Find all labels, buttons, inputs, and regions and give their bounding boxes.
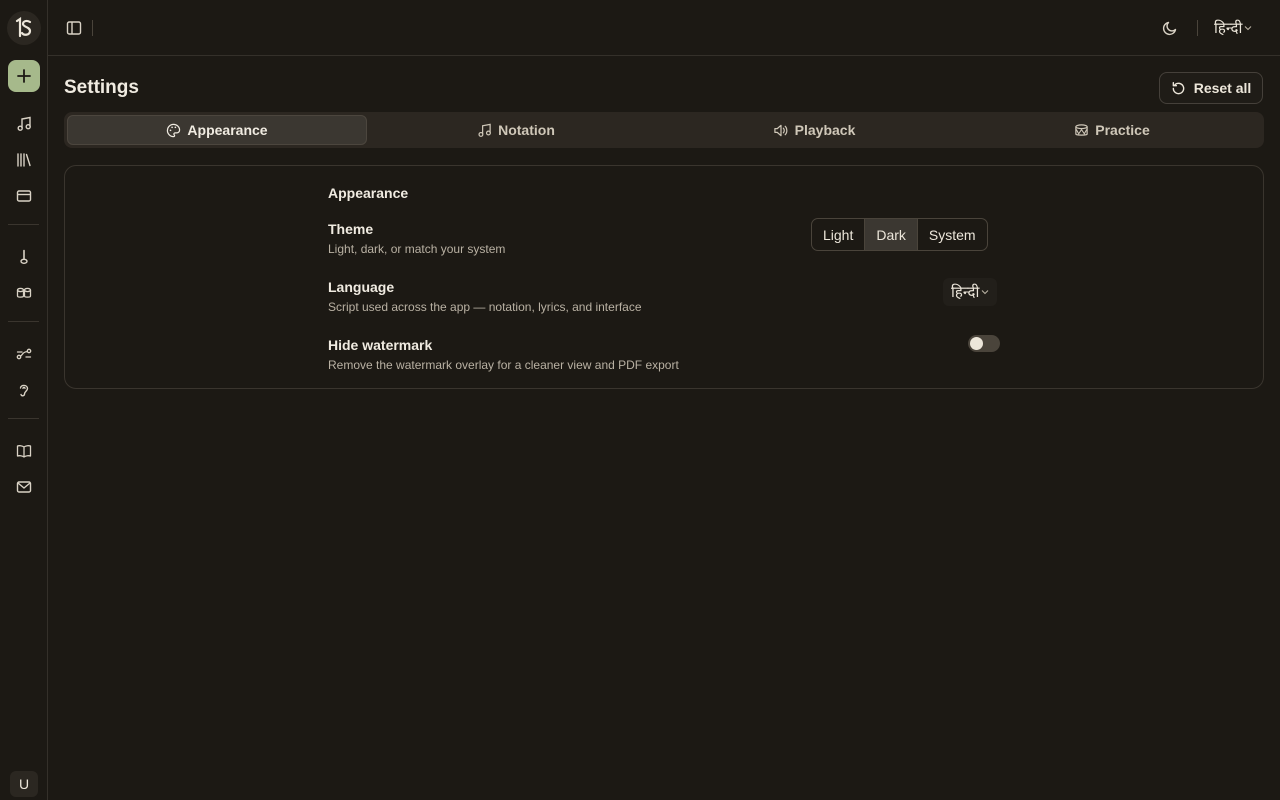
chevron-down-icon xyxy=(981,290,989,295)
speaker-icon xyxy=(773,124,788,136)
music-note-icon xyxy=(17,116,31,131)
new-composition-button[interactable] xyxy=(8,60,40,92)
sidebar-item-billing[interactable] xyxy=(12,184,36,208)
app-rail: U xyxy=(0,0,48,800)
language-label: Language xyxy=(328,279,395,295)
language-switcher[interactable]: हिन्दी xyxy=(1208,14,1258,42)
chevron-down-icon xyxy=(1244,26,1252,31)
sidebar-item-percussion[interactable] xyxy=(12,281,36,305)
theme-label: Theme xyxy=(328,221,374,237)
plus-icon xyxy=(17,69,31,83)
ear-icon xyxy=(19,384,29,397)
toggle-knob xyxy=(970,337,983,350)
watermark-label: Hide watermark xyxy=(328,337,433,353)
top-bar: हिन्दी xyxy=(48,0,1280,56)
tab-label: Notation xyxy=(498,122,555,138)
language-select-value: हिन्दी xyxy=(951,284,980,301)
theme-toggle-button[interactable] xyxy=(1160,18,1180,38)
settings-tabs: Appearance Notation Playback Practice xyxy=(64,112,1264,148)
book-icon xyxy=(16,445,32,458)
palette-icon xyxy=(167,123,181,137)
avatar-initial: U xyxy=(18,776,30,792)
drums-icon xyxy=(16,287,32,298)
sidebar-item-compositions[interactable] xyxy=(12,112,36,136)
hide-watermark-toggle[interactable] xyxy=(968,335,1000,352)
theme-description: Light, dark, or match your system xyxy=(328,242,506,256)
panel-left-icon xyxy=(66,21,82,35)
sidebar-item-contact[interactable] xyxy=(12,475,36,499)
sidebar-item-instrument[interactable] xyxy=(12,245,36,269)
moon-icon xyxy=(1162,21,1177,36)
appearance-settings-card: Appearance Theme Light, dark, or match y… xyxy=(64,165,1264,389)
language-switcher-label: हिन्दी xyxy=(1214,20,1243,37)
language-description: Script used across the app — notation, l… xyxy=(328,300,642,314)
sidebar-item-docs[interactable] xyxy=(12,439,36,463)
mail-icon xyxy=(16,481,32,493)
reset-all-label: Reset all xyxy=(1193,80,1252,96)
tab-appearance[interactable]: Appearance xyxy=(67,115,367,145)
sidebar-toggle-button[interactable] xyxy=(64,18,84,38)
tab-label: Practice xyxy=(1095,122,1150,138)
watermark-description: Remove the watermark overlay for a clean… xyxy=(328,358,679,372)
path-icon xyxy=(16,348,32,360)
rail-divider xyxy=(8,224,39,225)
flute-icon xyxy=(20,249,28,265)
rail-divider xyxy=(8,418,39,419)
sidebar-item-ear-training[interactable] xyxy=(12,378,36,402)
theme-option-system[interactable]: System xyxy=(918,219,987,250)
page-title: Settings xyxy=(64,77,139,98)
logo-icon xyxy=(15,17,32,38)
sidebar-item-library[interactable] xyxy=(12,148,36,172)
tab-notation[interactable]: Notation xyxy=(367,115,665,145)
theme-option-dark[interactable]: Dark xyxy=(865,219,918,250)
library-icon xyxy=(17,153,31,167)
tab-label: Appearance xyxy=(187,122,268,138)
topbar-divider xyxy=(92,20,93,36)
topbar-divider xyxy=(1197,20,1198,36)
tab-practice[interactable]: Practice xyxy=(963,115,1261,145)
theme-option-light[interactable]: Light xyxy=(812,219,866,250)
card-icon xyxy=(16,190,32,202)
section-title: Appearance xyxy=(328,185,409,201)
app-logo[interactable] xyxy=(7,11,41,45)
reset-all-button[interactable]: Reset all xyxy=(1159,72,1263,104)
music-note-icon xyxy=(478,123,492,137)
sidebar-item-paths[interactable] xyxy=(12,342,36,366)
tab-label: Playback xyxy=(794,122,856,138)
reset-icon xyxy=(1172,81,1185,94)
theme-selector: Light Dark System xyxy=(811,218,988,251)
user-avatar[interactable]: U xyxy=(10,771,38,797)
tab-playback[interactable]: Playback xyxy=(665,115,963,145)
language-select[interactable]: हिन्दी xyxy=(943,278,998,306)
rail-divider xyxy=(8,321,39,322)
practice-icon xyxy=(1075,123,1088,136)
